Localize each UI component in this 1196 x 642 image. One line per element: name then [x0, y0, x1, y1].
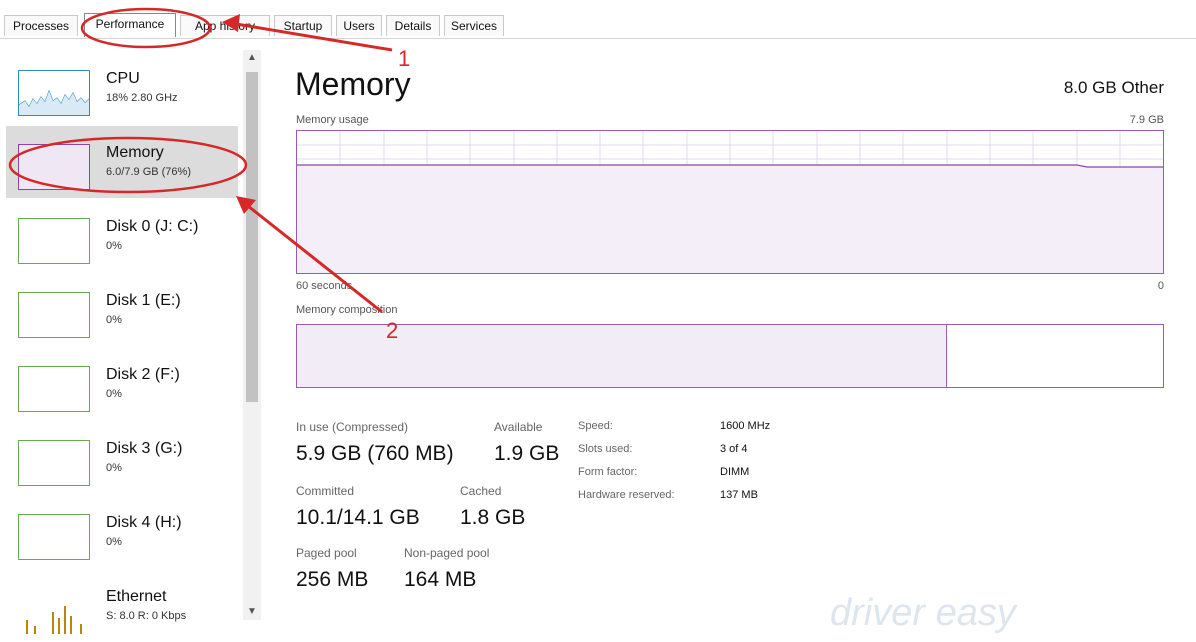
annotation-circle-performance: [80, 7, 212, 49]
annotation-number-1: 1: [398, 46, 411, 71]
annotation-arrowhead-1: [222, 14, 240, 32]
annotation-arrow-1: [235, 22, 393, 52]
annotation-overlay: [8, 7, 393, 314]
watermark-logo: driver easy: [830, 592, 1016, 634]
annotation-circle-memory: [8, 136, 248, 194]
annotation-number-2: 2: [386, 318, 399, 343]
annotation-arrow-2: [247, 204, 383, 314]
